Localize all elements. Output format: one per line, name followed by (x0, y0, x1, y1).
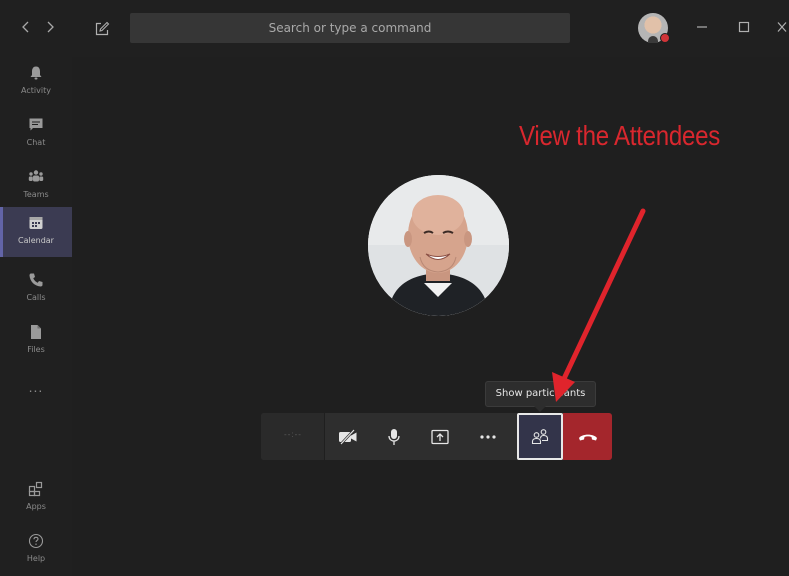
mute-button[interactable] (371, 413, 417, 460)
call-controls-bar: --:-- (261, 413, 612, 460)
minimize-icon (697, 26, 707, 28)
camera-toggle-button[interactable] (325, 413, 371, 460)
sidebar-item-label: Files (27, 345, 45, 354)
minimize-button[interactable] (694, 19, 710, 35)
sidebar-item-activity[interactable]: Activity (0, 57, 72, 107)
apps-icon (28, 481, 43, 497)
title-bar: Search or type a command (0, 0, 789, 57)
close-icon (777, 22, 787, 32)
new-chat-button[interactable] (94, 21, 110, 37)
sidebar-item-label: Help (26, 554, 46, 563)
teams-icon (28, 170, 44, 182)
sidebar-item-teams[interactable]: Teams (0, 161, 72, 211)
help-icon (28, 533, 44, 549)
sidebar-item-help[interactable]: Help (0, 525, 72, 575)
more-options-button[interactable] (463, 413, 513, 460)
maximize-button[interactable] (736, 19, 752, 35)
share-screen-icon (431, 429, 449, 444)
participants-icon (531, 428, 549, 444)
microphone-icon (388, 428, 400, 445)
chat-icon (29, 118, 43, 131)
search-placeholder: Search or type a command (268, 21, 432, 35)
presence-status-icon (660, 33, 670, 43)
forward-button[interactable] (43, 19, 57, 35)
annotation-text: View the Attendees (519, 120, 721, 151)
sidebar-item-label: Calendar (18, 236, 54, 245)
maximize-icon (738, 21, 750, 33)
more-apps-button[interactable]: ... (0, 379, 72, 399)
participant-avatar (368, 175, 509, 316)
chevron-right-icon (47, 21, 54, 33)
file-icon (31, 325, 41, 339)
participant-photo (368, 175, 509, 316)
back-button[interactable] (19, 19, 33, 35)
chevron-left-icon (22, 21, 29, 33)
sidebar-item-label: Activity (21, 86, 51, 95)
show-participants-button[interactable] (517, 413, 563, 460)
sidebar-item-calls[interactable]: Calls (0, 264, 72, 314)
sidebar-item-label: Apps (26, 502, 46, 511)
share-screen-button[interactable] (417, 413, 463, 460)
camera-off-icon (339, 428, 357, 445)
sidebar-item-files[interactable]: Files (0, 316, 72, 366)
call-timer: --:-- (261, 413, 325, 460)
show-participants-tooltip: Show participants (485, 381, 596, 412)
search-input[interactable]: Search or type a command (130, 13, 570, 43)
call-timer-text: --:-- (284, 430, 302, 439)
app-bar: Activity Chat Teams Calendar Calls Files… (0, 57, 72, 576)
sidebar-item-label: Chat (26, 138, 46, 147)
sidebar-item-apps[interactable]: Apps (0, 473, 72, 523)
close-button[interactable] (775, 19, 789, 35)
compose-icon (95, 21, 110, 36)
hang-up-button[interactable] (563, 413, 612, 460)
more-options-icon (480, 434, 496, 439)
sidebar-item-chat[interactable]: Chat (0, 109, 72, 159)
calendar-icon (29, 217, 43, 229)
sidebar-item-calendar[interactable]: Calendar (0, 207, 72, 257)
sidebar-item-label: Calls (26, 293, 46, 302)
sidebar-item-label: Teams (23, 190, 49, 199)
phone-icon (29, 273, 43, 287)
bell-icon (30, 66, 42, 80)
hang-up-icon (578, 434, 597, 440)
